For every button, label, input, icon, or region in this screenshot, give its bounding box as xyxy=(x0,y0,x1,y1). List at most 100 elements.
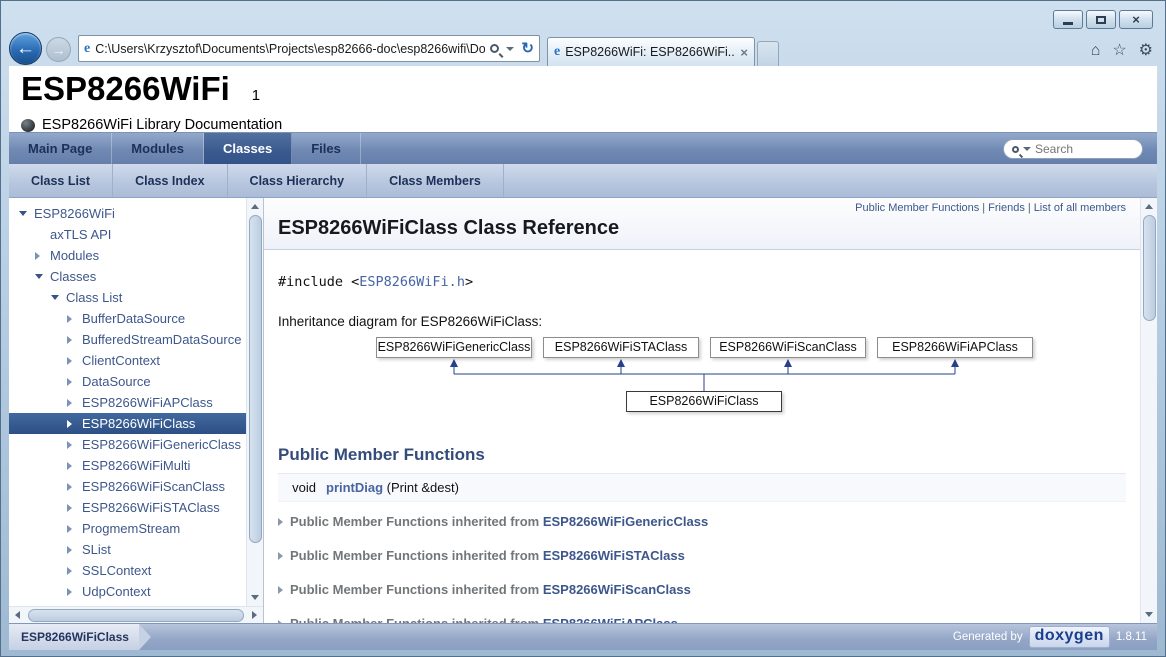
chevron-down-icon[interactable] xyxy=(35,274,50,279)
sidebar-item-esp8266wifimulti[interactable]: ESP8266WiFiMulti xyxy=(9,455,246,476)
chevron-down-icon[interactable] xyxy=(19,211,34,216)
main-vertical-scrollbar[interactable] xyxy=(1140,198,1157,623)
tab-files[interactable]: Files xyxy=(292,133,361,164)
chevron-right-icon[interactable] xyxy=(35,252,50,260)
sidebar-item-modules[interactable]: Modules xyxy=(9,245,246,266)
address-dropdown-icon[interactable] xyxy=(506,47,514,51)
settings-gear-icon[interactable]: ⚙ xyxy=(1139,43,1153,59)
chevron-right-icon[interactable] xyxy=(67,525,82,533)
link-public-member-functions[interactable]: Public Member Functions xyxy=(855,202,979,214)
scroll-right-icon[interactable] xyxy=(246,607,263,624)
inherited-section-staclass[interactable]: Public Member Functions inherited from E… xyxy=(278,541,1126,570)
link-friends[interactable]: Friends xyxy=(988,202,1025,214)
sidebar-item-bufferdatasource[interactable]: BufferDataSource xyxy=(9,308,246,329)
chevron-right-icon[interactable] xyxy=(67,441,82,449)
sidebar-vertical-scrollbar[interactable] xyxy=(246,198,263,606)
chevron-right-icon[interactable] xyxy=(67,315,82,323)
sidebar-item-esp8266wifigenericclass[interactable]: ESP8266WiFiGenericClass xyxy=(9,434,246,455)
close-button[interactable]: × xyxy=(1119,10,1153,29)
tab-class-hierarchy[interactable]: Class Hierarchy xyxy=(228,164,368,197)
scroll-down-icon[interactable] xyxy=(1141,606,1158,623)
scroll-up-icon[interactable] xyxy=(1141,198,1158,215)
sidebar-item-esp8266wifistaclass[interactable]: ESP8266WiFiSTAClass xyxy=(9,497,246,518)
sidebar-item-slist[interactable]: SList xyxy=(9,539,246,560)
sidebar-item-esp8266wifiscanclass[interactable]: ESP8266WiFiScanClass xyxy=(9,476,246,497)
chevron-right-icon[interactable] xyxy=(67,378,82,386)
link-esp8266wifigenericclass[interactable]: ESP8266WiFiGenericClass xyxy=(543,514,708,529)
link-esp8266wifistaclass[interactable]: ESP8266WiFiSTAClass xyxy=(543,548,685,563)
link-esp8266wifiapclass[interactable]: ESP8266WiFiAPClass xyxy=(543,616,678,623)
breadcrumb[interactable]: ESP8266WiFiClass xyxy=(9,624,139,650)
inherited-section-apclass[interactable]: Public Member Functions inherited from E… xyxy=(278,609,1126,623)
diagram-node-esp8266wifigenericclass[interactable]: ESP8266WiFiGenericClass xyxy=(376,337,532,358)
include-file-link[interactable]: ESP8266WiFi.h xyxy=(359,274,465,290)
project-version: 1 xyxy=(252,87,260,104)
sidebar-item-esp8266wifiapclass[interactable]: ESP8266WiFiAPClass xyxy=(9,392,246,413)
chevron-right-icon[interactable] xyxy=(67,336,82,344)
chevron-right-icon[interactable] xyxy=(67,588,82,596)
sidebar-item-udpcontext[interactable]: UdpContext xyxy=(9,581,246,602)
new-tab-button[interactable] xyxy=(757,41,779,66)
minimize-button[interactable] xyxy=(1053,10,1083,29)
main-scrollbar-thumb[interactable] xyxy=(1143,215,1156,321)
sidebar-horizontal-scrollbar[interactable] xyxy=(9,606,263,623)
favorites-star-icon[interactable]: ☆ xyxy=(1112,43,1126,59)
diagram-node-esp8266wificlass[interactable]: ESP8266WiFiClass xyxy=(626,391,782,412)
scroll-left-icon[interactable] xyxy=(9,607,26,624)
chevron-right-icon[interactable] xyxy=(67,546,82,554)
member-link-printdiag[interactable]: printDiag xyxy=(326,480,383,495)
chevron-right-icon[interactable] xyxy=(67,420,82,428)
member-return-type: void xyxy=(278,480,326,495)
search-box[interactable] xyxy=(1003,139,1143,159)
sidebar-item-progmemstream[interactable]: ProgmemStream xyxy=(9,518,246,539)
maximize-button[interactable] xyxy=(1086,10,1116,29)
search-input[interactable] xyxy=(1035,142,1125,156)
chevron-right-icon[interactable] xyxy=(67,483,82,491)
chevron-right-icon[interactable] xyxy=(67,462,82,470)
tab-classes[interactable]: Classes xyxy=(204,133,292,164)
doxygen-logo[interactable]: doxygen xyxy=(1029,626,1110,648)
browser-tab[interactable]: e ESP8266WiFi: ESP8266WiFi... × xyxy=(547,37,755,66)
diagram-node-esp8266wifistaclass[interactable]: ESP8266WiFiSTAClass xyxy=(543,337,699,358)
diagram-node-esp8266wifiscanclass[interactable]: ESP8266WiFiScanClass xyxy=(710,337,866,358)
link-list-of-all-members[interactable]: List of all members xyxy=(1034,202,1126,214)
scroll-down-icon[interactable] xyxy=(247,589,264,606)
sidebar-item-esp8266wifi[interactable]: ESP8266WiFi xyxy=(9,203,246,224)
address-bar[interactable]: e C:\Users\Krzysztof\Documents\Projects\… xyxy=(78,35,540,62)
search-dropdown-icon[interactable] xyxy=(1023,147,1031,151)
sidebar-scrollbar-thumb[interactable] xyxy=(249,215,262,543)
tab-main-page[interactable]: Main Page xyxy=(9,133,112,164)
chevron-right-icon[interactable] xyxy=(67,357,82,365)
tab-modules[interactable]: Modules xyxy=(112,133,204,164)
tab-class-list[interactable]: Class List xyxy=(9,164,113,197)
sidebar-item-classes[interactable]: Classes xyxy=(9,266,246,287)
scroll-up-icon[interactable] xyxy=(247,198,264,215)
sidebar-item-clientcontext[interactable]: ClientContext xyxy=(9,350,246,371)
chevron-down-icon[interactable] xyxy=(51,295,66,300)
tab-class-members[interactable]: Class Members xyxy=(367,164,504,197)
inherited-section-genericclass[interactable]: Public Member Functions inherited from E… xyxy=(278,507,1126,536)
link-esp8266wifiscanclass[interactable]: ESP8266WiFiScanClass xyxy=(543,582,691,597)
inherited-section-scanclass[interactable]: Public Member Functions inherited from E… xyxy=(278,575,1126,604)
chevron-right-icon[interactable] xyxy=(67,567,82,575)
chevron-right-icon[interactable] xyxy=(67,399,82,407)
forward-button[interactable]: → xyxy=(46,37,71,62)
summary-links: Public Member Functions|Friends|List of … xyxy=(278,202,1126,214)
address-url[interactable]: C:\Users\Krzysztof\Documents\Projects\es… xyxy=(95,42,485,56)
sidebar-item-datasource[interactable]: DataSource xyxy=(9,371,246,392)
chevron-right-icon[interactable] xyxy=(67,504,82,512)
sidebar-item-axtls-api[interactable]: axTLS API xyxy=(9,224,246,245)
sidebar-hscrollbar-thumb[interactable] xyxy=(28,609,244,622)
section-public-member-functions: Public Member Functions xyxy=(278,445,1126,465)
address-search-icon[interactable] xyxy=(490,44,499,53)
diagram-node-esp8266wifiapclass[interactable]: ESP8266WiFiAPClass xyxy=(877,337,1033,358)
back-button[interactable]: ← xyxy=(9,32,42,65)
sidebar-item-esp8266wificlass[interactable]: ESP8266WiFiClass xyxy=(9,413,246,434)
tab-class-index[interactable]: Class Index xyxy=(113,164,227,197)
sidebar-item-sslcontext[interactable]: SSLContext xyxy=(9,560,246,581)
tab-close-icon[interactable]: × xyxy=(740,45,748,60)
refresh-icon[interactable]: ↻ xyxy=(521,41,534,56)
sidebar-item-bufferedstreamdatasource[interactable]: BufferedStreamDataSource xyxy=(9,329,246,350)
home-icon[interactable]: ⌂ xyxy=(1091,43,1101,59)
sidebar-item-class-list[interactable]: Class List xyxy=(9,287,246,308)
